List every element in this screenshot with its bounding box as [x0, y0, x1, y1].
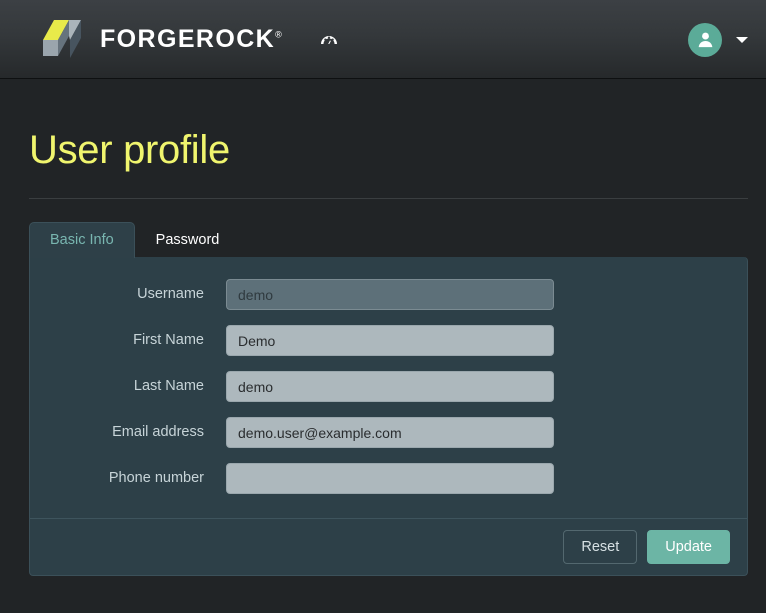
- avatar[interactable]: [688, 22, 722, 57]
- profile-panel-footer: Reset Update: [30, 518, 747, 575]
- tab-password[interactable]: Password: [135, 222, 241, 259]
- username-input[interactable]: [226, 279, 554, 310]
- email-address-label: Email address: [112, 424, 204, 441]
- tab-basic-info[interactable]: Basic Info: [29, 221, 135, 258]
- form-row-username: Username: [30, 279, 747, 310]
- form-row-first-name: First Name: [30, 325, 747, 356]
- brand-wordmark: FORGEROCK®: [100, 24, 282, 53]
- profile-tabs: Basic Info Password: [29, 219, 748, 258]
- profile-form: Username First Name Last Name Email addr…: [30, 257, 747, 518]
- phone-number-input[interactable]: [226, 463, 554, 494]
- page-content: User profile Basic Info Password Usernam…: [0, 130, 766, 576]
- chevron-down-icon[interactable]: [736, 36, 748, 43]
- last-name-label: Last Name: [133, 378, 204, 395]
- brand-logo[interactable]: FORGEROCK®: [38, 16, 282, 62]
- reset-button[interactable]: Reset: [563, 529, 638, 565]
- username-label: Username: [137, 286, 204, 303]
- title-divider: [29, 198, 748, 199]
- dashboard-speedometer-icon[interactable]: [317, 27, 341, 51]
- phone-number-label: Phone number: [108, 470, 204, 487]
- profile-panel: Username First Name Last Name Email addr…: [29, 257, 748, 576]
- header-user-menu[interactable]: [688, 0, 748, 79]
- app-header: FORGEROCK®: [0, 0, 766, 79]
- brand-trademark: ®: [275, 29, 282, 40]
- form-row-email-address: Email address: [30, 417, 747, 448]
- form-row-phone-number: Phone number: [30, 463, 747, 494]
- email-address-input[interactable]: [226, 417, 554, 448]
- last-name-input[interactable]: [226, 371, 554, 402]
- first-name-label: First Name: [133, 332, 204, 349]
- update-button[interactable]: Update: [647, 529, 730, 565]
- first-name-input[interactable]: [226, 325, 554, 356]
- tab-basic-info-label: Basic Info: [50, 231, 114, 248]
- forgerock-cube-logo-icon: [38, 16, 86, 62]
- tab-password-label: Password: [155, 231, 220, 248]
- page-title: User profile: [29, 128, 230, 172]
- form-row-last-name: Last Name: [30, 371, 747, 402]
